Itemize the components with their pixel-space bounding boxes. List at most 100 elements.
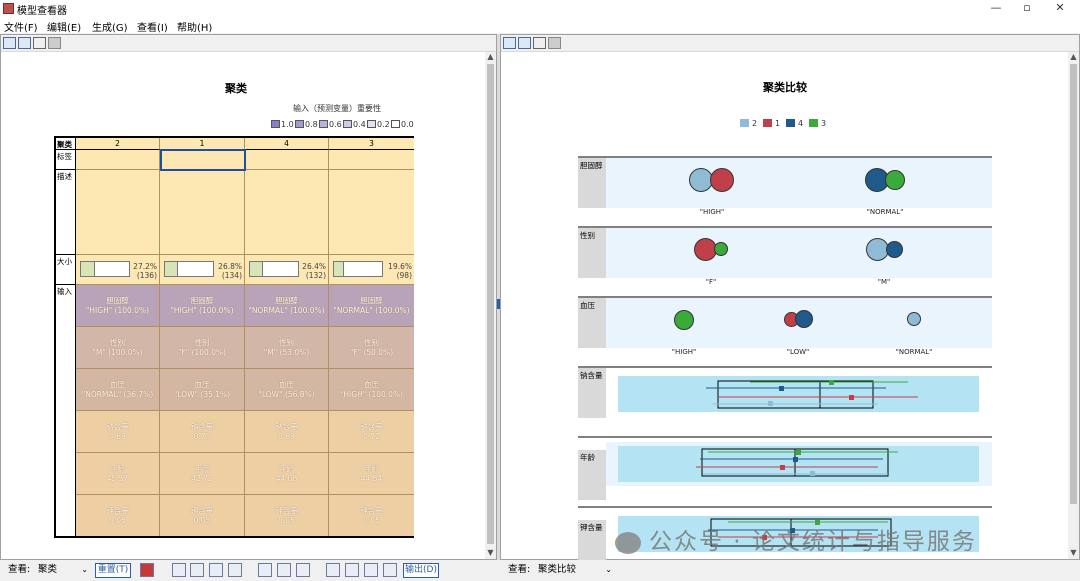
selected-cell-highlight[interactable] [160,149,246,171]
input-value: "M" (100.0%) [92,348,143,357]
input-cell[interactable]: 血压 "LOW" (35.1%) [160,369,245,411]
table-alt-icon[interactable] [190,563,204,577]
input-cell[interactable]: 钠含量 0.69 [245,411,329,453]
input-cell[interactable]: 血压 "HIGH" (100.0%) [329,369,414,411]
input-value: 0.69 [109,432,126,441]
table-icon[interactable] [172,563,186,577]
input-cell[interactable]: 年龄 42.72 [160,453,245,495]
cluster-header[interactable]: 4 [245,138,329,150]
left-scrollbar[interactable]: ▲ ▼ [485,52,496,559]
print-icon[interactable] [33,37,46,49]
bubble-cluster-4[interactable] [886,241,903,258]
comparison-title: 聚类比较 [763,81,807,94]
input-cell[interactable]: 钾含量 0.05 [160,495,245,536]
copy-icon[interactable] [503,37,516,49]
image-icon[interactable] [345,563,359,577]
scroll-thumb[interactable] [1070,64,1077,504]
window-title: 模型查看器 [17,6,67,17]
cluster-header[interactable]: 2 [76,138,160,150]
menu-help[interactable]: 帮助(H) [177,19,212,34]
maximize-button[interactable]: ▫ [1012,1,1042,16]
input-cell[interactable]: 性别 "F" (50.0%) [329,327,414,369]
input-cell[interactable]: 钠含量 0.69 [76,411,160,453]
scroll-down-icon[interactable]: ▼ [485,548,496,559]
sort-icon[interactable] [209,563,223,577]
copy-icon[interactable] [3,37,16,49]
label-cell[interactable] [245,150,329,170]
input-cell[interactable]: 钾含量 0.05 [76,495,160,536]
scroll-up-icon[interactable]: ▲ [1068,52,1079,63]
desc-cell[interactable] [245,170,329,255]
legend-title: 输入（预测变量）重要性 [293,104,381,113]
right-scrollbar[interactable]: ▲ ▼ [1068,52,1079,559]
size-value: 26.8% (134) [202,262,242,280]
menu-view[interactable]: 查看(I) [137,19,168,34]
size-value: 26.4% (132) [286,262,326,280]
minimize-button[interactable]: — [981,1,1011,16]
input-value: 0.05 [363,515,380,525]
desc-cell[interactable] [76,170,160,255]
copy-special-icon[interactable] [18,37,31,49]
input-cell[interactable]: 年龄 44.08 [245,453,329,495]
input-cell[interactable]: 胆固醇 "HIGH" (100.0%) [160,285,245,327]
input-cell[interactable]: 性别 "M" (100.0%) [76,327,160,369]
desc-cell[interactable] [160,170,245,255]
menu-generate[interactable]: 生成(G) [92,19,128,34]
input-cell[interactable]: 年龄 45.57 [76,453,160,495]
input-cell[interactable]: 胆固醇 "NORMAL" (100.0%) [329,285,414,327]
input-cell[interactable]: 胆固醇 "HIGH" (100.0%) [76,285,160,327]
size-percent: 26.4% [302,262,326,271]
sort-desc-icon[interactable] [258,563,272,577]
copy-special-icon[interactable] [518,37,531,49]
menu-edit[interactable]: 编辑(E) [47,19,81,34]
input-cell[interactable]: 血压 "NORMAL" (36.7%) [76,369,160,411]
image-alt-icon[interactable] [364,563,378,577]
sort-asc-icon[interactable] [277,563,291,577]
input-cell[interactable]: 性别 "M" (53.0%) [245,327,329,369]
close-button[interactable]: ✕ [1045,1,1075,16]
bubble-cluster-3[interactable] [885,170,905,190]
input-value: "F" (50.0%) [349,348,394,357]
print-icon[interactable] [533,37,546,49]
cluster-header[interactable]: 3 [329,138,414,150]
view-select[interactable]: 聚类 ⌄ [38,563,90,578]
bubble-cluster-3[interactable] [714,242,728,256]
list-icon[interactable] [296,563,310,577]
input-cell[interactable]: 钾含量 0.05 [245,495,329,536]
grid-color-icon[interactable] [140,563,154,577]
view-select[interactable]: 聚类比较 ⌄ [538,563,614,578]
chart-icon[interactable] [326,563,340,577]
pin-icon[interactable] [548,37,561,49]
desc-cell[interactable] [329,170,414,255]
input-cell[interactable]: 血压 "LOW" (56.8%) [245,369,329,411]
input-cell[interactable]: 胆固醇 "NORMAL" (100.0%) [245,285,329,327]
bubble-cluster-1[interactable] [710,168,734,192]
legend-swatch [343,120,352,128]
input-name: 钾含量 [106,505,129,515]
input-cell[interactable]: 钾含量 0.05 [329,495,414,536]
image-red-icon[interactable] [383,563,397,577]
input-cell[interactable]: 钠含量 0.72 [329,411,414,453]
legend-label: 2 [752,119,758,128]
menu-bar: 文件(F) 编辑(E) 生成(G) 查看(I) 帮助(H) [0,17,1080,34]
pin-icon[interactable] [48,37,61,49]
row-label-input: 输入 [56,285,76,536]
legend-label: 1 [775,119,781,128]
scroll-up-icon[interactable]: ▲ [485,52,496,63]
bubble-cluster-4[interactable] [795,310,813,328]
chevron-down-icon: ⌄ [605,565,612,574]
bubble-cluster-2[interactable] [907,312,921,326]
menu-file[interactable]: 文件(F) [4,19,38,34]
label-cell[interactable] [329,150,414,170]
reset-button[interactable]: 重置(T) [95,563,131,578]
scroll-down-icon[interactable]: ▼ [1068,548,1079,559]
label-cell[interactable] [76,150,160,170]
input-cell[interactable]: 性别 "F" (100.0%) [160,327,245,369]
arrow-icon[interactable] [228,563,242,577]
row-label: 胆固醇 [578,158,606,208]
bubble-cluster-3[interactable] [674,310,694,330]
scroll-thumb[interactable] [487,64,494,544]
input-cell[interactable]: 年龄 44.54 [329,453,414,495]
input-cell[interactable]: 钠含量 0.73 [160,411,245,453]
export-button[interactable]: 输出(D) [403,563,439,578]
